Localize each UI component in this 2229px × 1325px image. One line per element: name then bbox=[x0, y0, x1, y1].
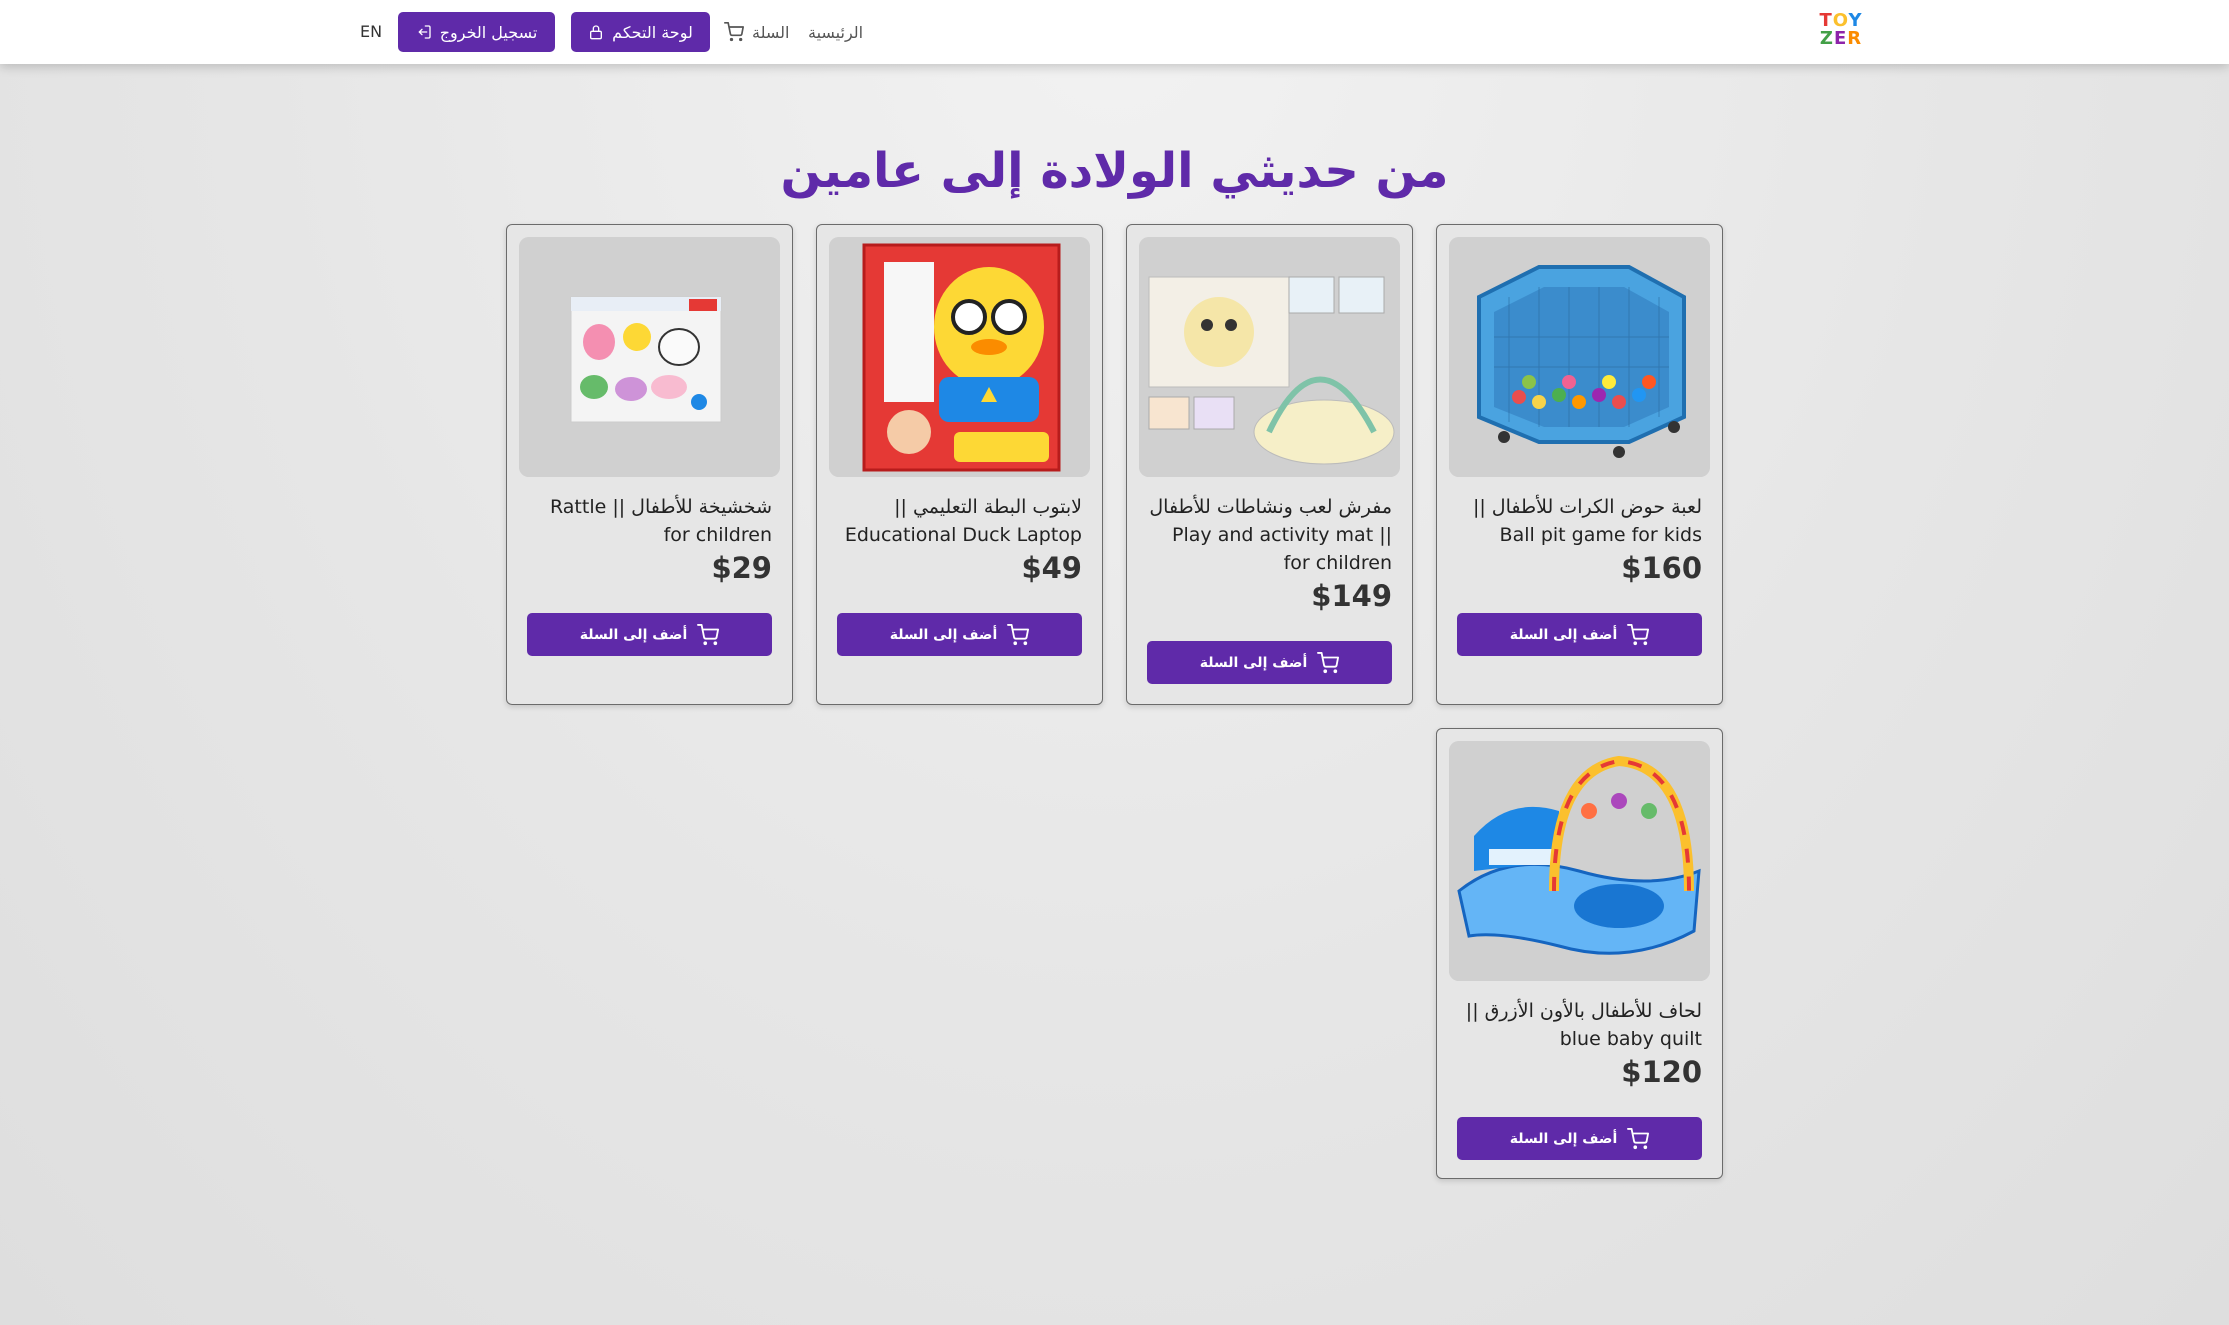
nav-cart-link[interactable]: السلة bbox=[724, 20, 789, 44]
logout-label: تسجيل الخروج bbox=[439, 22, 538, 42]
cart-icon bbox=[1317, 651, 1340, 674]
product-name: لابتوب البطة التعليمي || Educational Duc… bbox=[844, 496, 1082, 546]
duck-laptop-image[interactable] bbox=[829, 237, 1090, 477]
nav-cart-label: السلة bbox=[752, 22, 790, 42]
add-to-cart-label: أضف إلى السلة bbox=[1199, 654, 1308, 671]
add-to-cart-button[interactable]: أضف إلى السلة bbox=[837, 613, 1082, 656]
play-mat-image[interactable] bbox=[1139, 237, 1400, 477]
product-price: $29 bbox=[711, 551, 772, 585]
product-name: لحاف للأطفال بالأون الأزرق || blue baby … bbox=[1465, 1000, 1702, 1050]
nav-home-link[interactable]: الرئيسية bbox=[808, 20, 863, 44]
add-to-cart-label: أضف إلى السلة bbox=[1509, 1130, 1618, 1147]
dashboard-button[interactable]: لوحة التحكم bbox=[571, 12, 710, 52]
add-to-cart-button[interactable]: أضف إلى السلة bbox=[527, 613, 772, 656]
dashboard-label: لوحة التحكم bbox=[612, 22, 693, 42]
top-navbar: TOY ZER الرئيسية السلة لوحة التحكم تسجيل… bbox=[0, 0, 2229, 64]
rattle-image[interactable] bbox=[519, 237, 780, 477]
logout-icon bbox=[416, 24, 432, 40]
product-name: مفرش لعب ونشاطات للأطفال || Play and act… bbox=[1149, 496, 1392, 574]
product-price: $120 bbox=[1621, 1055, 1702, 1089]
product-card[interactable]: شخشيخة للأطفال || Rattle for children $2… bbox=[506, 224, 793, 705]
add-to-cart-label: أضف إلى السلة bbox=[579, 626, 688, 643]
add-to-cart-label: أضف إلى السلة bbox=[889, 626, 998, 643]
toyzer-logo[interactable]: TOY ZER bbox=[1818, 12, 1864, 52]
cart-icon bbox=[697, 623, 720, 646]
nav-home-label: الرئيسية bbox=[808, 22, 864, 42]
logout-button[interactable]: تسجيل الخروج bbox=[398, 12, 555, 52]
add-to-cart-button[interactable]: أضف إلى السلة bbox=[1147, 641, 1392, 684]
add-to-cart-label: أضف إلى السلة bbox=[1509, 626, 1618, 643]
logo-line-2: ZER bbox=[1819, 28, 1863, 49]
cart-icon bbox=[724, 22, 744, 42]
cart-icon bbox=[1627, 623, 1650, 646]
product-card[interactable]: لعبة حوض الكرات للأطفال || Ball pit game… bbox=[1436, 224, 1723, 705]
product-name: لعبة حوض الكرات للأطفال || Ball pit game… bbox=[1472, 496, 1702, 546]
add-to-cart-button[interactable]: أضف إلى السلة bbox=[1457, 613, 1702, 656]
add-to-cart-button[interactable]: أضف إلى السلة bbox=[1457, 1117, 1702, 1160]
language-toggle[interactable]: EN bbox=[360, 22, 382, 41]
product-name: شخشيخة للأطفال || Rattle for children bbox=[550, 496, 772, 546]
cart-icon bbox=[1007, 623, 1030, 646]
product-price: $149 bbox=[1311, 579, 1392, 613]
product-card[interactable]: مفرش لعب ونشاطات للأطفال || Play and act… bbox=[1126, 224, 1413, 705]
product-card[interactable]: لحاف للأطفال بالأون الأزرق || blue baby … bbox=[1436, 728, 1723, 1179]
product-card[interactable]: لابتوب البطة التعليمي || Educational Duc… bbox=[816, 224, 1103, 705]
baby-quilt-image[interactable] bbox=[1449, 741, 1710, 981]
page-title: من حديثي الولادة إلى عامين bbox=[780, 143, 1449, 199]
product-price: $160 bbox=[1621, 551, 1702, 585]
product-price: $49 bbox=[1021, 551, 1082, 585]
ball-pit-image[interactable] bbox=[1449, 237, 1710, 477]
cart-icon bbox=[1627, 1127, 1650, 1150]
lock-icon bbox=[588, 24, 604, 40]
